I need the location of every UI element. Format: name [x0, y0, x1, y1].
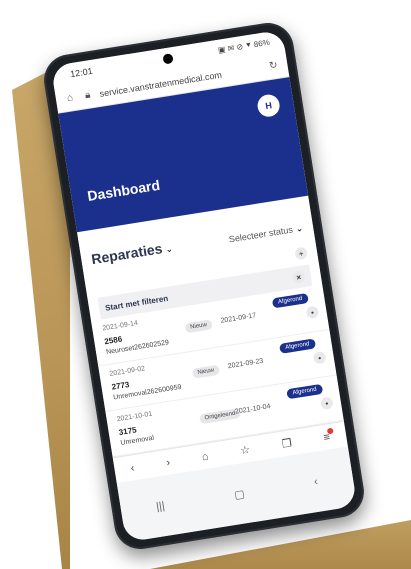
row-date: 2021-09-14 — [101, 319, 139, 333]
phone: 12:01 ▣ ✉ ⊘ ⯆ 86% ⌂ 🔒︎ service.vanstrate… — [40, 19, 368, 553]
phone-screen: 12:01 ▣ ✉ ⊘ ⯆ 86% ⌂ 🔒︎ service.vanstrate… — [50, 29, 358, 543]
avatar[interactable]: H — [256, 93, 282, 119]
status-time: 12:01 — [69, 65, 94, 80]
chevron-down-icon: ⌄ — [294, 222, 304, 234]
row-date-end: 2021-09-17 — [220, 312, 257, 325]
home-icon[interactable]: ⌂ — [63, 92, 77, 105]
row-badge: Nieuw — [184, 319, 213, 334]
row-id: 2586 — [103, 334, 123, 347]
status-label: Selecteer status — [228, 224, 294, 245]
row-more-icon[interactable]: • — [312, 350, 327, 365]
status-dropdown[interactable]: Selecteer status⌄ — [227, 218, 304, 248]
row-more-icon[interactable]: • — [319, 396, 334, 411]
home-button-icon[interactable]: ▢ — [233, 487, 245, 501]
row-desc: Unremoval — [120, 434, 155, 447]
status-icons: ▣ ✉ ⊘ ⯆ 86% — [217, 37, 271, 55]
lock-icon: 🔒︎ — [84, 89, 92, 102]
page-title: Dashboard — [86, 176, 161, 205]
star-icon[interactable]: ☆ — [239, 443, 251, 457]
row-id: 2773 — [110, 379, 130, 392]
repairs-label: Reparaties — [90, 240, 164, 268]
back-icon[interactable]: ‹ — [130, 462, 136, 474]
status-badge: Afgerond — [285, 383, 324, 400]
home-icon[interactable]: ⌂ — [201, 450, 209, 463]
repairs-dropdown[interactable]: Reparaties⌄ — [90, 239, 174, 270]
tabs-icon[interactable]: ❐ — [281, 436, 293, 450]
forward-icon[interactable]: › — [165, 456, 171, 468]
row-id: 3175 — [118, 425, 138, 438]
reload-icon[interactable]: ↻ — [267, 60, 281, 73]
back-button-icon[interactable]: ‹ — [313, 476, 319, 488]
chevron-down-icon: ⌄ — [164, 243, 174, 255]
row-date: 2021-10-01 — [116, 410, 153, 424]
status-badge: Afgerond — [271, 292, 309, 309]
row-more-icon[interactable]: • — [305, 305, 320, 320]
menu-icon[interactable]: ≡ — [323, 431, 331, 444]
photo-scene: 12:01 ▣ ✉ ⊘ ⯆ 86% ⌂ 🔒︎ service.vanstrate… — [0, 0, 411, 569]
row-date-end: 2021-10-04 — [234, 403, 272, 416]
recent-apps-icon[interactable]: ||| — [155, 500, 165, 513]
row-date-end: 2021-09-23 — [227, 357, 264, 371]
add-button[interactable]: + — [294, 246, 308, 261]
status-badge: Afgerond — [278, 338, 317, 354]
row-badge: Nieuw — [191, 364, 220, 379]
filter-close-icon[interactable]: × — [291, 270, 306, 284]
row-date: 2021-09-02 — [109, 365, 146, 378]
